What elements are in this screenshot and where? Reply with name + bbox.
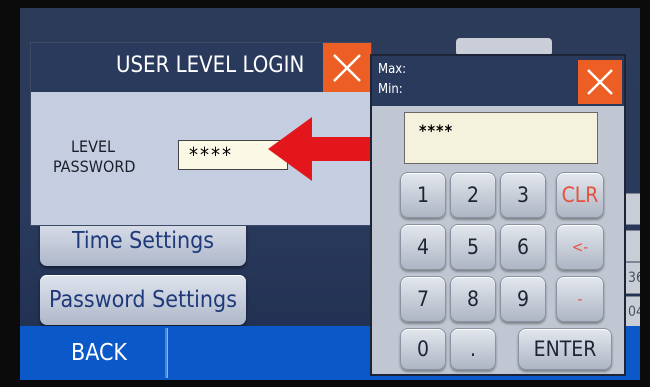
key-3-label: 3 [516, 183, 530, 207]
key-0[interactable]: 0 [400, 328, 446, 370]
back-label: BACK [71, 340, 127, 366]
backspace-key-label: <- [571, 238, 589, 256]
key-4-label: 4 [416, 235, 430, 259]
key-6[interactable]: 6 [500, 224, 546, 270]
key-5[interactable]: 5 [450, 224, 496, 270]
numeric-keypad-dialog: Max: Min: **** 1 2 3 CLR 4 5 6 <- 7 8 9 … [370, 54, 626, 376]
key-8[interactable]: 8 [450, 276, 496, 322]
password-settings-button[interactable]: Password Settings [40, 275, 246, 325]
backspace-key[interactable]: <- [556, 224, 604, 270]
hmi-screen: 36 04 Time Settings Password Settings BA… [20, 8, 640, 380]
edge-button-1[interactable] [624, 193, 640, 225]
key-9[interactable]: 9 [500, 276, 546, 322]
close-icon [587, 69, 613, 95]
close-icon [333, 53, 361, 82]
minus-key[interactable]: - [556, 276, 604, 322]
keypad-close-button[interactable] [578, 60, 622, 104]
keypad-min-label: Min: [378, 82, 403, 97]
red-arrow-icon [268, 117, 378, 181]
edge-button-3[interactable]: 36 [624, 262, 640, 294]
key-7-label: 7 [416, 287, 430, 311]
login-close-button[interactable] [323, 43, 371, 92]
key-5-label: 5 [466, 235, 480, 259]
bottom-bar-divider [167, 328, 378, 378]
key-9-label: 9 [516, 287, 530, 311]
password-value: **** [189, 143, 233, 167]
edge-label-04: 04 [627, 304, 640, 320]
level-label-line1: LEVEL [71, 137, 116, 156]
minus-key-label: - [577, 290, 583, 308]
keypad-max-label: Max: [378, 62, 407, 77]
login-dialog-header: USER LEVEL LOGIN [31, 43, 371, 92]
edge-button-4[interactable]: 04 [624, 296, 640, 328]
clear-key-label: CLR [561, 183, 599, 207]
enter-key[interactable]: ENTER [518, 328, 612, 370]
enter-key-label: ENTER [533, 337, 597, 361]
login-dialog-title: USER LEVEL LOGIN [116, 53, 305, 78]
key-3[interactable]: 3 [500, 172, 546, 218]
key-7[interactable]: 7 [400, 276, 446, 322]
edge-label-36: 36 [627, 270, 640, 286]
edge-button-2[interactable] [624, 230, 640, 262]
key-8-label: 8 [466, 287, 480, 311]
key-6-label: 6 [516, 235, 530, 259]
key-4[interactable]: 4 [400, 224, 446, 270]
password-settings-label: Password Settings [49, 287, 237, 313]
key-0-label: 0 [416, 337, 430, 361]
level-label-line2: PASSWORD [53, 157, 136, 176]
keypad-display: **** [404, 112, 598, 164]
level-password-label: LEVEL PASSWORD [53, 137, 135, 177]
key-2[interactable]: 2 [450, 172, 496, 218]
back-button[interactable]: BACK [33, 328, 167, 378]
keypad-display-value: **** [419, 121, 454, 140]
key-2-label: 2 [466, 183, 480, 207]
clear-key[interactable]: CLR [556, 172, 604, 218]
key-1[interactable]: 1 [400, 172, 446, 218]
decimal-key-label: . [470, 337, 476, 361]
time-settings-label: Time Settings [71, 228, 215, 254]
key-1-label: 1 [416, 183, 430, 207]
decimal-key[interactable]: . [450, 328, 496, 370]
